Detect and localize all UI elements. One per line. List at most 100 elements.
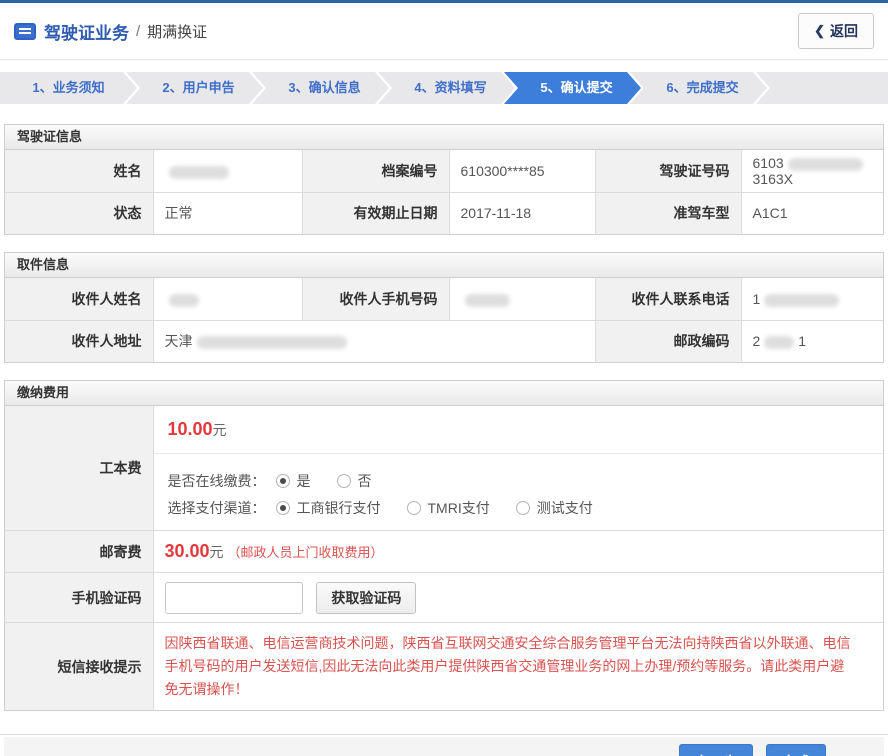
table-row: 短信接收提示 因陕西省联通、电信运营商技术问题，陕西省互联网交通安全综合服务管理…	[5, 623, 883, 711]
mail-fee-unit: 元	[210, 544, 224, 560]
pickup-section-title: 取件信息	[5, 253, 883, 278]
step-2-user-declaration: 2、用户申告	[126, 72, 263, 104]
get-code-button[interactable]: 获取验证码	[316, 582, 416, 614]
wizard-steps: 1、业务须知 2、用户申告 3、确认信息 4、资料填写 5、确认提交 6、完成提…	[0, 72, 888, 104]
breadcrumb-divider: /	[136, 23, 140, 40]
recipient-mobile-label: 收件人手机号码	[302, 278, 449, 320]
redacted-license-number	[788, 158, 863, 171]
mail-fee-label: 邮寄费	[5, 531, 153, 573]
channel-icbc-label: 工商银行支付	[297, 498, 381, 518]
online-pay-label: 是否在线缴费：	[168, 471, 266, 491]
radio-checked-icon[interactable]	[276, 474, 290, 488]
expiry-date-value: 2017-11-18	[449, 192, 595, 234]
step-4-fill-data: 4、资料填写	[378, 72, 515, 104]
page-bottom: 上一步 完成	[0, 734, 888, 756]
sms-notice-label: 短信接收提示	[5, 623, 153, 711]
recipient-mobile-value	[449, 278, 595, 320]
redacted-postal-code	[764, 336, 794, 349]
online-pay-row: 是否在线缴费： 是 否	[168, 471, 870, 491]
back-button-label: 返回	[830, 21, 858, 41]
pay-channel-row: 选择支付渠道： 工商银行支付 TMRI支付 测试支付	[168, 498, 870, 518]
radio-checked-icon[interactable]	[276, 501, 290, 515]
work-fee-amount-row: 10.00元	[154, 406, 884, 454]
sms-code-label: 手机验证码	[5, 573, 153, 623]
channel-tmri-label: TMRI支付	[428, 498, 490, 518]
finish-button[interactable]: 完成	[766, 744, 826, 756]
mail-fee-note: （邮政人员上门收取费用）	[228, 545, 384, 560]
table-row: 邮寄费 30.00元 （邮政人员上门收取费用）	[5, 531, 883, 573]
recipient-phone-label: 收件人联系电话	[595, 278, 741, 320]
breadcrumb-current: 期满换证	[147, 21, 207, 42]
table-row: 手机验证码 获取验证码	[5, 573, 883, 623]
license-number-prefix: 6103	[753, 155, 784, 171]
file-number-label: 档案编号	[302, 150, 449, 192]
mail-fee-value: 30.00元 （邮政人员上门收取费用）	[153, 531, 883, 573]
redacted-name	[169, 166, 229, 179]
recipient-phone-value: 1	[741, 278, 883, 320]
recipient-address-value: 天津	[153, 320, 595, 362]
redacted-recipient-mobile	[465, 294, 510, 307]
sms-notice-text: 因陕西省联通、电信运营商技术问题，陕西省互联网交通安全综合服务管理平台无法向持陕…	[165, 623, 873, 710]
license-info-table: 姓名 档案编号 610300****85 驾驶证号码 61033163X 状态 …	[5, 150, 883, 234]
vehicle-class-label: 准驾车型	[595, 192, 741, 234]
recipient-address-label: 收件人地址	[5, 320, 153, 362]
status-label: 状态	[5, 192, 153, 234]
postal-code-label: 邮政编码	[595, 320, 741, 362]
recipient-name-label: 收件人姓名	[5, 278, 153, 320]
step-5-confirm-submit: 5、确认提交	[504, 72, 641, 104]
license-number-suffix: 3163X	[753, 171, 793, 187]
fees-section: 缴纳费用 工本费 10.00元 是否在线缴费： 是	[4, 380, 884, 711]
online-pay-no-label: 否	[358, 471, 372, 491]
pickup-info-section: 取件信息 收件人姓名 收件人手机号码 收件人联系电话 1 收件人地址 天津 邮政…	[4, 252, 884, 363]
channel-option-tmri[interactable]: TMRI支付	[407, 498, 490, 518]
postal-code-prefix: 2	[753, 333, 761, 349]
table-row: 工本费 10.00元 是否在线缴费： 是 否	[5, 406, 883, 531]
license-number-label: 驾驶证号码	[595, 150, 741, 192]
fees-section-title: 缴纳费用	[5, 381, 883, 406]
name-value	[153, 150, 302, 192]
work-fee-label: 工本费	[5, 406, 153, 531]
online-pay-option-yes[interactable]: 是	[276, 471, 311, 491]
work-fee-value: 10.00元 是否在线缴费： 是 否	[153, 406, 883, 531]
radio-unchecked-icon[interactable]	[337, 474, 351, 488]
back-button[interactable]: ❮ 返回	[798, 13, 874, 49]
table-row: 状态 正常 有效期止日期 2017-11-18 准驾车型 A1C1	[5, 192, 883, 234]
postal-code-value: 21	[741, 320, 883, 362]
table-row: 姓名 档案编号 610300****85 驾驶证号码 61033163X	[5, 150, 883, 192]
file-number-value: 610300****85	[449, 150, 595, 192]
page-header: 驾驶证业务 / 期满换证 ❮ 返回	[0, 3, 888, 60]
step-bar-filler	[756, 72, 888, 104]
license-menu-icon	[14, 23, 36, 40]
step-6-complete-submit: 6、完成提交	[630, 72, 767, 104]
redacted-recipient-name	[169, 294, 199, 307]
license-section-title: 驾驶证信息	[5, 125, 883, 150]
work-fee-unit: 元	[213, 422, 227, 438]
table-row: 收件人姓名 收件人手机号码 收件人联系电话 1	[5, 278, 883, 320]
mail-fee-amount: 30.00	[165, 541, 210, 561]
sms-code-input[interactable]	[165, 582, 303, 614]
online-pay-yes-label: 是	[297, 471, 311, 491]
channel-test-label: 测试支付	[537, 498, 593, 518]
vehicle-class-value: A1C1	[741, 192, 883, 234]
online-pay-option-no[interactable]: 否	[337, 471, 372, 491]
status-value: 正常	[153, 192, 302, 234]
channel-option-test[interactable]: 测试支付	[516, 498, 593, 518]
table-row: 收件人地址 天津 邮政编码 21	[5, 320, 883, 362]
back-chevron-icon: ❮	[814, 23, 825, 39]
step-3-confirm-info: 3、确认信息	[252, 72, 389, 104]
footer-action-bar: 上一步 完成	[4, 737, 884, 756]
radio-unchecked-icon[interactable]	[407, 501, 421, 515]
sms-notice-value: 因陕西省联通、电信运营商技术问题，陕西省互联网交通安全综合服务管理平台无法向持陕…	[153, 623, 883, 711]
expiry-date-label: 有效期止日期	[302, 192, 449, 234]
fees-table: 工本费 10.00元 是否在线缴费： 是 否	[5, 406, 883, 710]
radio-unchecked-icon[interactable]	[516, 501, 530, 515]
recipient-address-prefix: 天津	[165, 333, 193, 349]
channel-option-icbc[interactable]: 工商银行支付	[276, 498, 381, 518]
work-fee-amount: 10.00	[168, 419, 213, 439]
redacted-recipient-phone	[764, 294, 839, 307]
sms-code-value: 获取验证码	[153, 573, 883, 623]
previous-step-button[interactable]: 上一步	[679, 744, 753, 756]
license-number-value: 61033163X	[741, 150, 883, 192]
step-1-business-notice: 1、业务须知	[0, 72, 137, 104]
pay-channel-label: 选择支付渠道：	[168, 498, 266, 518]
